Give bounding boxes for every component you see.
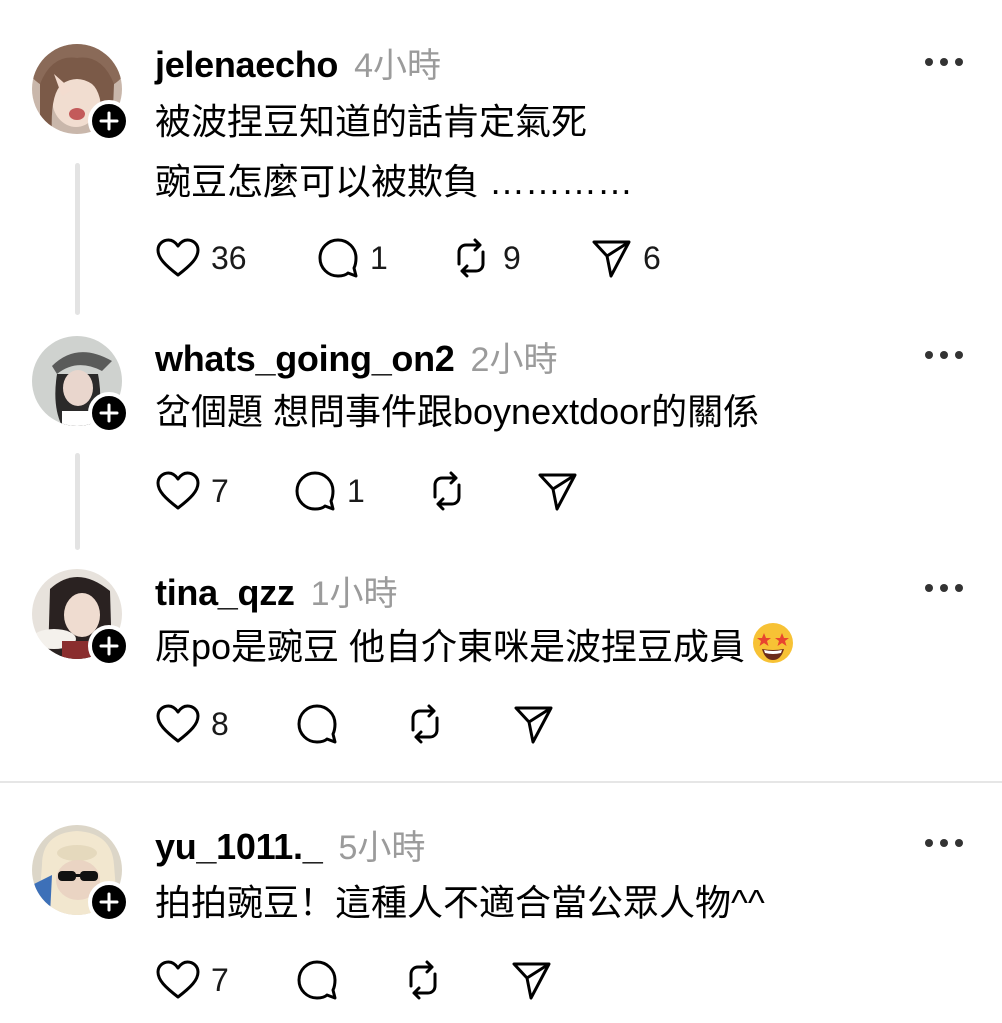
comment-text-content: 原po是豌豆 他自介東咪是波捏豆成員 <box>155 626 746 667</box>
like-button[interactable]: 7 <box>155 469 229 513</box>
comment-text-line: 拍拍豌豆！這種人不適合當公眾人物^^ <box>155 882 765 923</box>
repost-button[interactable] <box>403 702 447 746</box>
share-button[interactable] <box>535 469 579 513</box>
like-count: 36 <box>211 239 247 276</box>
share-button[interactable]: 6 <box>589 236 661 280</box>
username[interactable]: tina_qzz <box>155 572 295 614</box>
like-count: 7 <box>211 472 229 509</box>
avatar-container[interactable] <box>32 336 130 434</box>
repost-button[interactable] <box>401 958 445 1002</box>
comment-header: yu_1011._ 5小時 <box>155 820 425 870</box>
comment-text: 被波捏豆知道的話肯定氣死 豌豆怎麼可以被欺負 ………… <box>155 92 633 212</box>
follow-button[interactable] <box>88 100 130 142</box>
send-icon <box>512 962 551 1000</box>
like-button[interactable]: 8 <box>155 702 229 746</box>
timestamp: 5小時 <box>338 829 426 867</box>
heart-icon <box>156 471 200 510</box>
comment-item: whats_going_on2 2小時 岔個題 想問事件跟boynextdoor… <box>0 320 1002 555</box>
reply-count: 1 <box>370 239 388 276</box>
repost-icon <box>433 471 461 511</box>
username[interactable]: yu_1011._ <box>155 826 323 868</box>
comment-text-line: 豌豆怎麼可以被欺負 ………… <box>155 161 634 202</box>
reply-count: 1 <box>347 472 365 509</box>
follow-button[interactable] <box>88 881 130 923</box>
like-count: 8 <box>211 705 229 742</box>
like-count: 7 <box>211 961 229 998</box>
plus-icon <box>99 892 119 912</box>
thread-line <box>75 453 80 550</box>
repost-button[interactable] <box>425 469 469 513</box>
like-button[interactable]: 36 <box>155 236 247 280</box>
comment-text-line: 岔個題 想問事件跟boynextdoor的關係 <box>155 391 760 432</box>
follow-button[interactable] <box>88 625 130 667</box>
plus-icon <box>99 403 119 423</box>
thread-line <box>75 163 80 315</box>
heart-icon <box>156 238 200 277</box>
share-button[interactable] <box>511 702 555 746</box>
share-button[interactable] <box>509 958 553 1002</box>
send-icon <box>538 473 577 511</box>
share-count: 6 <box>643 239 661 276</box>
comment-text: 原po是豌豆 他自介東咪是波捏豆成員 <box>155 617 795 677</box>
comment-item: yu_1011._ 5小時 拍拍豌豆！這種人不適合當公眾人物^^ 7 <box>0 783 1002 1023</box>
comment-header: whats_going_on2 2小時 <box>155 332 557 382</box>
timestamp: 2小時 <box>470 341 558 379</box>
comment-text-line: 被波捏豆知道的話肯定氣死 <box>155 101 588 142</box>
repost-button[interactable]: 9 <box>449 236 521 280</box>
timestamp: 4小時 <box>354 47 442 85</box>
comment-header: tina_qzz 1小時 <box>155 566 398 616</box>
like-button[interactable]: 7 <box>155 958 229 1002</box>
reply-button[interactable]: 1 <box>293 469 365 513</box>
heart-icon <box>156 704 200 743</box>
send-icon <box>514 706 553 744</box>
more-dots-icon[interactable] <box>924 56 964 68</box>
more-dots-icon[interactable] <box>924 349 964 361</box>
reply-button[interactable] <box>295 702 339 746</box>
repost-icon <box>457 238 485 278</box>
star-struck-emoji <box>753 623 794 663</box>
comment-bubble-icon <box>295 471 335 511</box>
avatar-container[interactable] <box>32 44 130 142</box>
plus-icon <box>99 636 119 656</box>
repost-icon <box>411 704 439 744</box>
comment-text-line: 原po是豌豆 他自介東咪是波捏豆成員 <box>155 617 795 677</box>
reply-button[interactable]: 1 <box>316 236 388 280</box>
username[interactable]: jelenaecho <box>155 44 338 86</box>
plus-icon <box>99 111 119 131</box>
repost-count: 9 <box>503 239 521 276</box>
comment-bubble-icon <box>297 960 337 1000</box>
repost-icon <box>409 960 437 1000</box>
username[interactable]: whats_going_on2 <box>155 338 455 380</box>
avatar-container[interactable] <box>32 569 130 667</box>
heart-icon <box>156 960 200 999</box>
send-icon <box>592 240 631 278</box>
comment-text: 拍拍豌豆！這種人不適合當公眾人物^^ <box>155 873 765 933</box>
timestamp: 1小時 <box>310 575 398 613</box>
comment-item: tina_qzz 1小時 原po是豌豆 他自介東咪是波捏豆成員 8 <box>0 555 1002 780</box>
comment-item: jelenaecho 4小時 被波捏豆知道的話肯定氣死 豌豆怎麼可以被欺負 ……… <box>0 0 1002 320</box>
comment-text: 岔個題 想問事件跟boynextdoor的關係 <box>155 382 759 442</box>
follow-button[interactable] <box>88 392 130 434</box>
comment-header: jelenaecho 4小時 <box>155 38 441 88</box>
comment-bubble-icon <box>297 704 337 744</box>
avatar-container[interactable] <box>32 825 130 923</box>
reply-button[interactable] <box>295 958 339 1002</box>
more-dots-icon[interactable] <box>924 837 964 849</box>
comment-bubble-icon <box>318 238 358 278</box>
more-dots-icon[interactable] <box>924 582 964 594</box>
